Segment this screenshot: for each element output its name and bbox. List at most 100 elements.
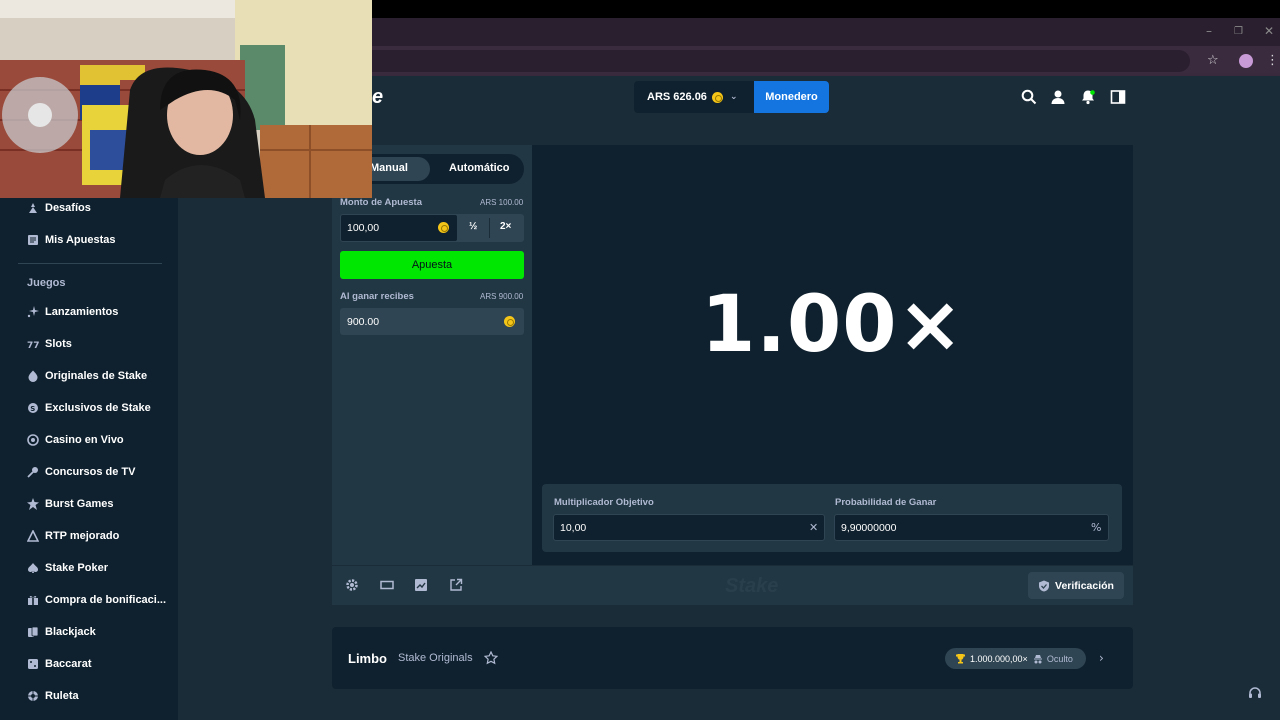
stats-chart-icon[interactable]: [414, 578, 428, 592]
sidebar-item-slots[interactable]: 77 Slots: [27, 338, 72, 350]
sidebar-item-label: Exclusivos de Stake: [45, 402, 151, 414]
ars-coin-icon: [504, 316, 515, 327]
wallet-button[interactable]: Monedero: [754, 81, 829, 113]
sidebar-item-label: Ruleta: [45, 690, 79, 702]
rtp-icon: [27, 530, 39, 542]
svg-text:77: 77: [27, 341, 39, 350]
sidebar-item-concursos-tv[interactable]: Concursos de TV: [27, 466, 135, 478]
user-icon[interactable]: [1050, 89, 1066, 105]
close-window-button[interactable]: ✕: [1264, 24, 1274, 38]
bet-panel: [332, 145, 532, 565]
bets-icon: [28, 235, 38, 245]
sidebar-item-compra-bonificacion[interactable]: Compra de bonificaci...: [27, 594, 166, 606]
win-chance-label: Probabilidad de Ganar: [835, 497, 937, 508]
bell-icon[interactable]: [1080, 89, 1096, 105]
shield-check-icon: [1039, 580, 1050, 591]
hidden-label: Oculto: [1046, 653, 1073, 664]
ars-coin-icon: [438, 222, 449, 233]
slots-icon: 77: [27, 341, 39, 350]
chevron-right-icon[interactable]: ›: [1099, 651, 1104, 665]
sidebar-item-label: Casino en Vivo: [45, 434, 124, 446]
sidebar-item-label: Concursos de TV: [45, 466, 136, 478]
challenge-icon: [29, 203, 37, 213]
sidebar-toggle-icon[interactable]: [1110, 89, 1126, 105]
verify-label: Verificación: [1055, 579, 1114, 592]
sidebar-item-rtp[interactable]: RTP mejorado: [27, 530, 119, 542]
originals-icon: [28, 370, 38, 382]
popout-icon[interactable]: [449, 578, 463, 592]
double-bet-button[interactable]: 2×: [500, 221, 511, 232]
support-headset-icon[interactable]: [1248, 686, 1262, 700]
max-win-value: 1.000.000,00×: [970, 653, 1028, 664]
game-provider[interactable]: Stake Originals: [398, 652, 473, 664]
roulette-icon: [28, 691, 38, 701]
browser-menu-icon[interactable]: ⋮: [1266, 53, 1279, 68]
sidebar-item-label: Stake Poker: [45, 562, 108, 574]
theatre-mode-icon[interactable]: [380, 578, 394, 592]
balance-selector[interactable]: ARS 626.06 ⌄: [634, 81, 754, 113]
sidebar-item-blackjack[interactable]: Blackjack: [27, 626, 96, 638]
gift-icon: [28, 595, 38, 605]
sidebar-item-label: Compra de bonificaci...: [45, 594, 167, 606]
sidebar-item-originales[interactable]: Originales de Stake: [27, 370, 147, 382]
favorite-star-icon[interactable]: [484, 651, 498, 665]
blackjack-icon: [28, 626, 39, 637]
target-multiplier-value: 10,00: [560, 522, 587, 534]
half-bet-button[interactable]: ½: [469, 221, 477, 232]
sidebar-item-label: Desafíos: [45, 202, 91, 214]
bet-button[interactable]: Apuesta: [340, 251, 524, 279]
live-icon: [27, 434, 39, 446]
game-title: Limbo: [348, 651, 387, 666]
sidebar-item-label: RTP mejorado: [45, 530, 120, 542]
sidebar-item-exclusivos[interactable]: S Exclusivos de Stake: [27, 402, 151, 414]
max-win-badge[interactable]: 1.000.000,00× Oculto: [945, 648, 1086, 669]
sidebar-item-burst-games[interactable]: Burst Games: [27, 498, 113, 510]
percent-icon: %: [1091, 521, 1102, 534]
sidebar-item-label: Slots: [45, 338, 72, 350]
stake-watermark: Stake: [725, 575, 779, 597]
webcam-feed-image: [0, 0, 372, 198]
payout-hint: ARS 900.00: [480, 292, 524, 301]
site-logo[interactable]: e: [372, 86, 383, 109]
result-multiplier: 1.00×: [701, 280, 964, 370]
trophy-icon: [956, 654, 965, 664]
burst-icon: [27, 498, 39, 510]
exclusive-icon: S: [28, 403, 38, 413]
sidebar-item-casino-vivo[interactable]: Casino en Vivo: [27, 434, 124, 446]
sparkle-icon: [27, 306, 39, 318]
verify-fairness-button[interactable]: Verificación: [1028, 572, 1124, 599]
tab-automatico[interactable]: Automático: [449, 162, 510, 174]
sidebar-item-ruleta[interactable]: Ruleta: [27, 690, 79, 702]
balance-amount: ARS 626.06: [647, 91, 707, 103]
sidebar-item-label: Lanzamientos: [45, 306, 119, 318]
target-multiplier-input[interactable]: [553, 514, 825, 541]
settings-gear-icon[interactable]: [345, 578, 359, 592]
sidebar-item-mis-apuestas[interactable]: Mis Apuestas: [27, 234, 116, 246]
sidebar-item-label: Baccarat: [45, 658, 92, 670]
incognito-icon: [1033, 654, 1042, 663]
ars-coin-icon: [711, 91, 723, 103]
sidebar-item-label: Burst Games: [45, 498, 114, 510]
bookmark-star-icon[interactable]: ☆: [1207, 53, 1219, 68]
chevron-down-icon: ⌄: [729, 92, 738, 102]
multiplier-x-icon: ✕: [809, 521, 819, 534]
bet-amount-label: Monto de Apuesta: [340, 197, 422, 208]
tab-manual-label[interactable]: Manual: [370, 162, 408, 174]
profile-avatar[interactable]: [1239, 54, 1253, 68]
bet-amount-hint: ARS 100.00: [480, 198, 524, 207]
win-chance-value: 9,90000000: [841, 522, 897, 534]
sidebar-item-stake-poker[interactable]: Stake Poker: [27, 562, 108, 574]
sidebar-item-desafios[interactable]: Desafíos: [27, 202, 91, 214]
sidebar-item-lanzamientos[interactable]: Lanzamientos: [27, 306, 118, 318]
sidebar-item-label: Blackjack: [45, 626, 96, 638]
minimize-button[interactable]: –: [1206, 24, 1212, 38]
bet-amount-value: 100,00: [347, 222, 380, 234]
poker-icon: [28, 563, 38, 573]
restore-button[interactable]: ❐: [1234, 26, 1243, 37]
sidebar-item-baccarat[interactable]: Baccarat: [27, 658, 91, 670]
sidebar-item-label: Mis Apuestas: [45, 234, 116, 246]
payout-value: 900.00: [347, 316, 380, 328]
search-icon[interactable]: [1021, 89, 1037, 105]
divider: [489, 218, 490, 238]
sidebar-item-label: Originales de Stake: [45, 370, 148, 382]
